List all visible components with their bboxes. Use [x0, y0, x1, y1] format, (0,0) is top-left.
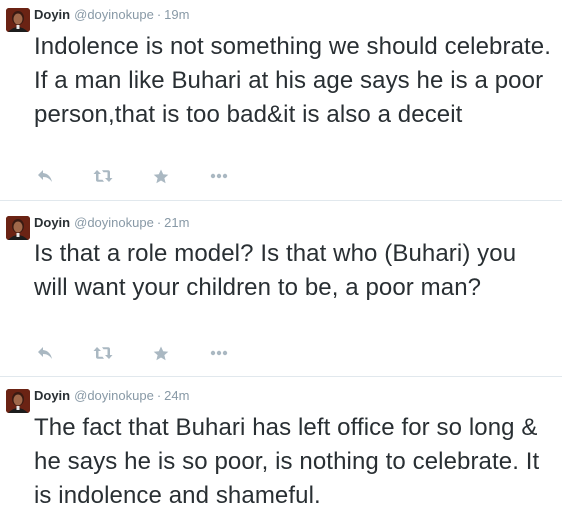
username[interactable]: @doyinokupe	[74, 215, 154, 230]
tweet[interactable]: Doyin @doyinokupe · 19m Indolence is not so…	[0, 0, 562, 200]
username[interactable]: @doyinokupe	[74, 388, 154, 403]
retweet-icon	[93, 346, 113, 360]
reply-icon	[37, 169, 53, 183]
tweet-text: Indolence is not something we should cel…	[34, 33, 552, 128]
tweet[interactable]: Doyin @doyinokupe · 21m Is that a role mode…	[0, 200, 562, 376]
favorite-button[interactable]	[150, 343, 172, 363]
more-icon	[210, 173, 228, 179]
timestamp[interactable]: 24m	[164, 388, 189, 403]
tweet-header: Doyin @doyinokupe · 19m	[34, 6, 189, 24]
avatar[interactable]	[6, 216, 30, 240]
timestamp[interactable]: 21m	[164, 215, 189, 230]
timestamp[interactable]: 19m	[164, 7, 189, 22]
tweet-text: Is that a role model? Is that who (Buhar…	[34, 240, 517, 301]
more-button[interactable]	[208, 343, 230, 363]
reply-icon	[37, 346, 53, 360]
separator: ·	[156, 388, 162, 403]
retweet-button[interactable]	[92, 343, 114, 363]
reply-button[interactable]	[34, 166, 56, 186]
favorite-button[interactable]	[150, 166, 172, 186]
username[interactable]: @doyinokupe	[74, 7, 154, 22]
avatar[interactable]	[6, 8, 30, 32]
tweet-actions	[34, 166, 266, 186]
avatar[interactable]	[6, 389, 30, 413]
retweet-icon	[93, 169, 113, 183]
tweet-actions	[34, 343, 266, 363]
fullname[interactable]: Doyin	[34, 388, 70, 403]
more-button[interactable]	[208, 166, 230, 186]
favorite-icon	[153, 346, 169, 361]
retweet-button[interactable]	[92, 166, 114, 186]
separator: ·	[156, 215, 162, 230]
tweet-header: Doyin @doyinokupe · 24m	[34, 387, 189, 405]
tweet-text: The fact that Buhari has left office for…	[34, 414, 540, 509]
fullname[interactable]: Doyin	[34, 215, 70, 230]
favorite-icon	[153, 169, 169, 184]
fullname[interactable]: Doyin	[34, 7, 70, 22]
reply-button[interactable]	[34, 343, 56, 363]
tweet[interactable]: Doyin @doyinokupe · 24m The fact that Buhar…	[0, 376, 562, 509]
more-icon	[210, 350, 228, 356]
separator: ·	[156, 7, 162, 22]
tweet-header: Doyin @doyinokupe · 21m	[34, 214, 189, 232]
